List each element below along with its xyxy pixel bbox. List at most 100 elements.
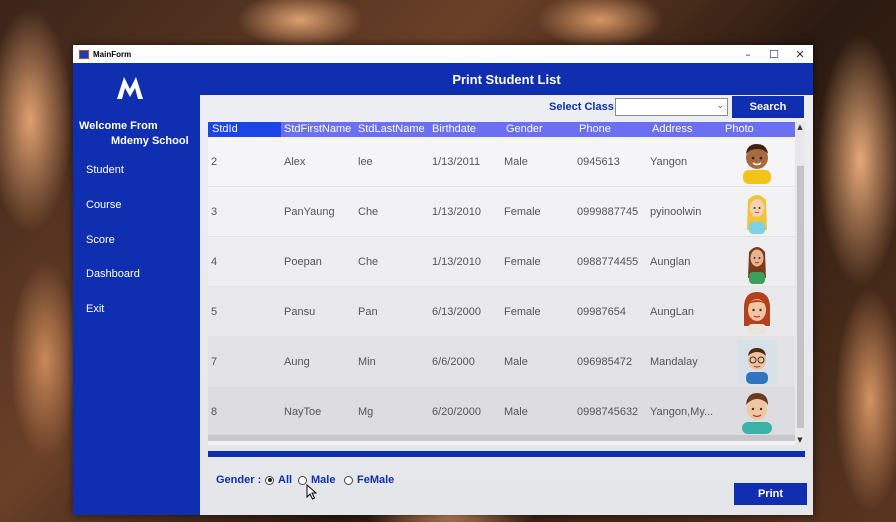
cell-address: Yangon <box>650 156 688 168</box>
cell-birthdate: 6/6/2000 <box>432 356 475 368</box>
radio-gender-all[interactable]: All <box>265 474 292 486</box>
scrollbar-thumb[interactable] <box>797 166 804 428</box>
column-header[interactable]: StdId <box>212 122 238 137</box>
girl-blonde-avatar <box>747 195 767 234</box>
cell-last-name: Min <box>358 356 376 368</box>
table-row[interactable]: 3 PanYaung Che 1/13/2010 Female 09998877… <box>208 187 795 237</box>
cell-address: AungLan <box>650 306 695 318</box>
cell-first-name: Aung <box>284 356 310 368</box>
cell-address: Mandalay <box>650 356 698 368</box>
cell-address: Aunglan <box>650 256 691 268</box>
main-window: MainForm – ☐ ✕ Welcome From Mdemy School… <box>73 45 813 515</box>
grid-header: StdId StdFirstName StdLastName Birthdate… <box>208 122 795 137</box>
column-header[interactable]: Gender <box>506 122 543 137</box>
close-button[interactable]: ✕ <box>787 45 813 63</box>
gender-label: Gender : <box>216 474 262 486</box>
form-body: Welcome From Mdemy School Student Course… <box>73 63 813 515</box>
table-row[interactable]: 4 Poepan Che 1/13/2010 Female 0988774455… <box>208 237 795 287</box>
cell-address: Yangon,My... <box>650 406 714 418</box>
content-panel: Select Class : ⌄ Search StdId StdFirstNa… <box>200 95 813 515</box>
search-button[interactable]: Search <box>732 96 804 118</box>
cell-first-name: Alex <box>284 156 306 168</box>
cell-last-name: Mg <box>358 406 374 418</box>
maximize-button[interactable]: ☐ <box>761 45 787 63</box>
cell-last-name: Pan <box>358 306 378 318</box>
sidebar-item-course[interactable]: Course <box>86 199 121 211</box>
cell-address: pyinoolwin <box>650 206 702 218</box>
sidebar: Welcome From Mdemy School Student Course… <box>73 63 200 515</box>
cell-gender: Male <box>504 406 528 418</box>
table-row[interactable]: 5 Pansu Pan 6/13/2000 Female 09987654 Au… <box>208 287 795 337</box>
cell-last-name: Che <box>358 256 379 268</box>
column-header[interactable]: Birthdate <box>432 122 476 137</box>
cell-birthdate: 1/13/2011 <box>432 156 481 168</box>
cell-phone: 0998745632 <box>577 406 639 418</box>
vertical-scrollbar[interactable]: ▲ ▼ <box>795 122 805 445</box>
cell-first-name: NayToe <box>284 406 322 418</box>
column-header[interactable]: Phone <box>579 122 611 137</box>
select-class-label: Select Class : <box>549 101 621 113</box>
cell-phone: 09987654 <box>577 306 626 318</box>
table-row[interactable]: 7 Aung Min 6/6/2000 Male 096985472 Manda… <box>208 337 795 387</box>
boy-glasses-avatar <box>737 340 777 384</box>
radio-label: All <box>278 474 293 486</box>
student-grid[interactable]: StdId StdFirstName StdLastName Birthdate… <box>208 122 805 445</box>
title-bar: MainForm – ☐ ✕ <box>73 45 813 63</box>
radio-checked-icon[interactable] <box>265 475 274 485</box>
column-header[interactable]: Address <box>652 122 692 137</box>
school-logo <box>117 77 143 99</box>
cell-id: 4 <box>211 256 218 268</box>
sidebar-item-student[interactable]: Student <box>86 164 124 176</box>
cell-id: 2 <box>211 156 218 168</box>
table-row[interactable]: 8 NayToe Mg 6/20/2000 Male 0998745632 Ya… <box>208 387 795 437</box>
cell-gender: Male <box>504 356 528 368</box>
sidebar-item-exit[interactable]: Exit <box>86 303 104 315</box>
scroll-up-icon[interactable]: ▲ <box>795 122 805 132</box>
cell-first-name: Pansu <box>284 306 316 318</box>
cell-id: 7 <box>211 356 218 368</box>
app-icon <box>79 49 89 59</box>
radio-label: FeMale <box>357 474 395 486</box>
cell-last-name: Che <box>358 206 379 218</box>
mouse-cursor-icon <box>306 484 318 500</box>
window-title: MainForm <box>93 49 132 59</box>
cell-gender: Female <box>504 206 541 218</box>
divider-bar <box>208 451 805 457</box>
cell-id: 3 <box>211 206 218 218</box>
class-select[interactable]: ⌄ <box>615 98 728 116</box>
cell-id: 5 <box>211 306 218 318</box>
chevron-down-icon[interactable]: ⌄ <box>716 101 724 111</box>
cell-first-name: Poepan <box>284 256 322 268</box>
welcome-text: Welcome From Mdemy School <box>79 119 199 149</box>
sidebar-item-dashboard[interactable]: Dashboard <box>86 268 140 280</box>
cell-phone: 0988774455 <box>577 256 639 268</box>
cell-gender: Female <box>504 306 541 318</box>
cell-last-name: lee <box>358 156 373 168</box>
radio-gender-female[interactable]: FeMale <box>344 474 394 486</box>
cell-birthdate: 6/13/2000 <box>432 306 481 318</box>
minimize-button[interactable]: – <box>735 45 761 63</box>
cell-gender: Male <box>504 156 528 168</box>
cell-birthdate: 6/20/2000 <box>432 406 481 418</box>
man-teal-shirt-avatar <box>742 393 772 434</box>
cell-id: 8 <box>211 406 218 418</box>
column-header[interactable]: StdLastName <box>358 122 425 137</box>
scroll-down-icon[interactable]: ▼ <box>795 435 805 445</box>
table-row[interactable]: 2 Alex lee 1/13/2011 Male 0945613 Yangon <box>208 137 795 187</box>
welcome-line-2: Mdemy School <box>111 135 189 147</box>
column-header[interactable]: StdFirstName <box>284 122 351 137</box>
window-controls: – ☐ ✕ <box>735 45 813 63</box>
page-title: Print Student List <box>452 71 561 87</box>
cell-phone: 096985472 <box>577 356 633 368</box>
sidebar-item-score[interactable]: Score <box>86 234 115 246</box>
cell-first-name: PanYaung <box>284 206 335 218</box>
woman-red-hair-avatar <box>744 292 770 334</box>
cell-birthdate: 1/13/2010 <box>432 206 481 218</box>
welcome-line-1: Welcome From <box>79 120 158 132</box>
boy-curly-hair-avatar <box>743 144 771 184</box>
column-header[interactable]: Photo <box>725 122 754 137</box>
horizontal-scrollbar[interactable] <box>208 435 795 441</box>
girl-green-shirt-avatar <box>748 247 766 284</box>
radio-unchecked-icon[interactable] <box>344 475 353 485</box>
print-button[interactable]: Print <box>734 483 807 505</box>
